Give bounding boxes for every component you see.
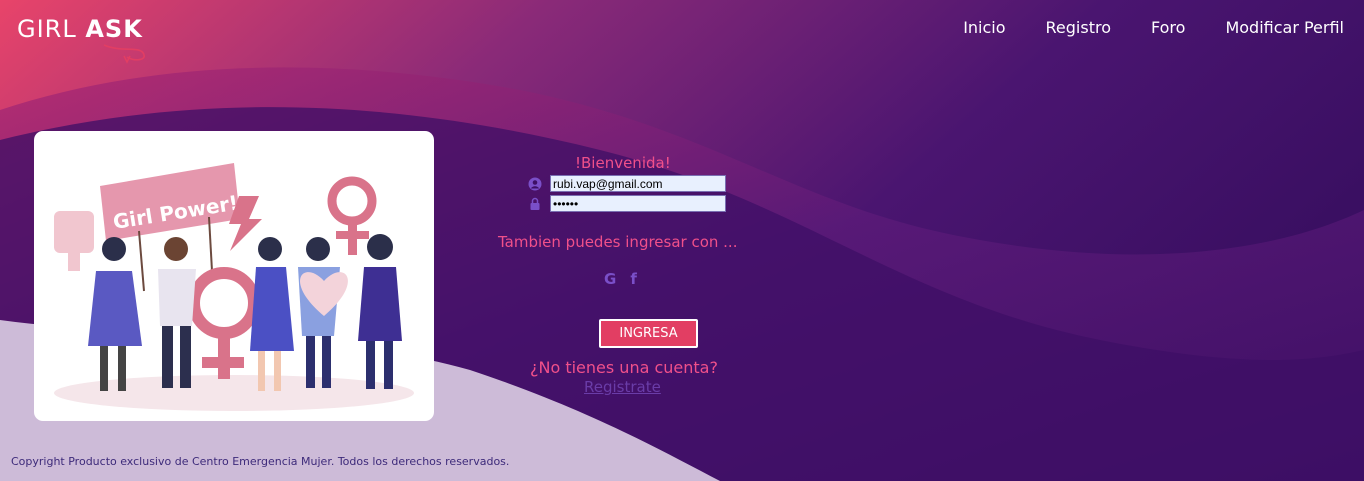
nav-inicio[interactable]: Inicio xyxy=(963,18,1005,37)
email-field[interactable] xyxy=(550,175,726,192)
facebook-icon[interactable]: f xyxy=(630,270,637,288)
social-login: G f xyxy=(604,270,637,288)
welcome-heading: !Bienvenida! xyxy=(575,154,671,172)
logo-swoosh-icon xyxy=(103,44,145,64)
google-icon[interactable]: G xyxy=(604,270,616,288)
top-navigation: Inicio Registro Foro Modificar Perfil xyxy=(923,18,1344,37)
nav-foro[interactable]: Foro xyxy=(1151,18,1185,37)
user-icon xyxy=(528,177,542,190)
logo-text-bold: ASK xyxy=(85,15,143,43)
password-row xyxy=(528,195,726,212)
brand-logo[interactable]: GIRL ASK xyxy=(17,15,145,64)
no-account-text: ¿No tienes una cuenta? xyxy=(530,358,718,377)
nav-modificar-perfil[interactable]: Modificar Perfil xyxy=(1225,18,1344,37)
girl-power-illustration: Girl Power! xyxy=(34,131,434,421)
alternative-login-text: Tambien puedes ingresar con ... xyxy=(498,233,738,251)
ingresa-button[interactable]: INGRESA xyxy=(599,319,698,348)
email-row xyxy=(528,175,726,192)
logo-text-light: GIRL xyxy=(17,15,86,43)
register-link[interactable]: Registrate xyxy=(584,378,661,396)
footer-copyright: Copyright Producto exclusivo de Centro E… xyxy=(11,455,510,468)
lock-icon xyxy=(530,197,540,210)
nav-registro[interactable]: Registro xyxy=(1046,18,1111,37)
password-field[interactable] xyxy=(550,195,726,212)
